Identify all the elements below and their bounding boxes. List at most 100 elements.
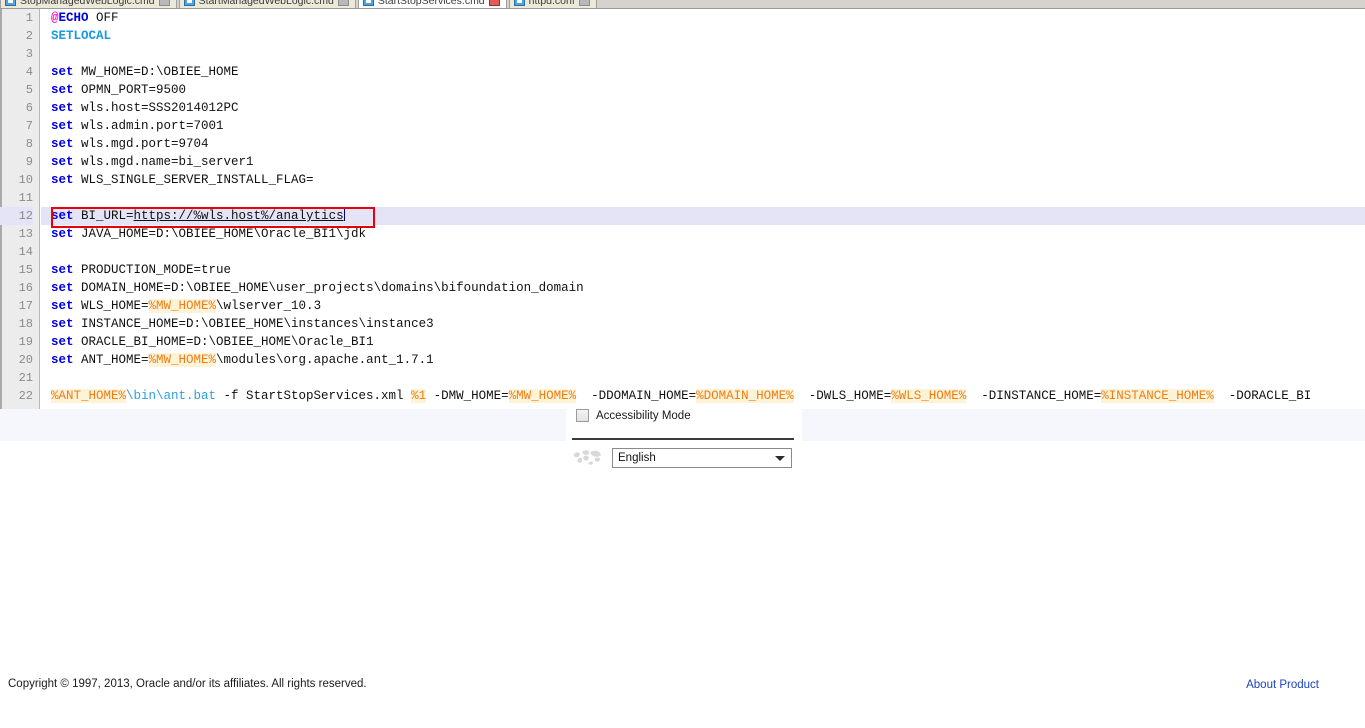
code-line[interactable]: 15 set PRODUCTION_MODE=true [19, 261, 1365, 279]
code-line-text: set DOMAIN_HOME=D:\OBIEE_HOME\user_proje… [41, 279, 584, 297]
code-token: %ANT_HOME% [51, 389, 127, 403]
code-line-text: set wls.mgd.port=9704 [41, 135, 209, 153]
code-token: set [51, 227, 74, 241]
code-token: PRODUCTION_MODE=true [73, 263, 232, 277]
code-line[interactable]: 18 set INSTANCE_HOME=D:\OBIEE_HOME\instan… [19, 315, 1365, 333]
line-number: 3 [25, 47, 33, 61]
code-line[interactable]: 12 set BI_URL=https://%wls.host%/analytic… [0, 207, 1365, 225]
file-icon [513, 0, 525, 6]
chevron-down-icon[interactable] [775, 456, 785, 461]
code-token: set [51, 119, 74, 133]
line-number: 1 [25, 11, 33, 25]
code-token: -DMW_HOME= [426, 389, 509, 403]
accessibility-language-panel: Accessibility Mode English [566, 406, 802, 481]
accessibility-checkbox[interactable] [576, 409, 589, 422]
code-token[interactable]: https://%wls.host%/analytics [134, 209, 344, 223]
code-token: OFF [88, 11, 119, 25]
code-line[interactable]: 2 SETLOCAL [26, 27, 1365, 45]
code-token: set [51, 299, 74, 313]
code-token: OPMN_PORT=9500 [73, 83, 187, 97]
code-line[interactable]: 10 set WLS_SINGLE_SERVER_INSTALL_FLAG= [19, 171, 1365, 189]
code-line-text: set INSTANCE_HOME=D:\OBIEE_HOME\instance… [41, 315, 434, 333]
code-line[interactable]: 11 [19, 189, 1365, 207]
code-line[interactable]: 9 set wls.mgd.name=bi_server1 [26, 153, 1365, 171]
code-token: set [51, 335, 74, 349]
code-line[interactable]: 22 %ANT_HOME%\bin\ant.bat -f StartStopSer… [19, 387, 1365, 405]
code-token: MW_HOME=D:\OBIEE_HOME [73, 65, 239, 79]
code-token: %INSTANCE_HOME% [1101, 389, 1214, 403]
editor-tab-label: httpd.conf [528, 0, 575, 7]
code-line-text: set wls.admin.port=7001 [41, 117, 224, 135]
code-line[interactable]: 21 [19, 369, 1365, 387]
panel-divider [572, 438, 794, 440]
editor-tab-3[interactable]: httpd.conf [508, 0, 597, 8]
code-token: WLS_SINGLE_SERVER_INSTALL_FLAG= [73, 173, 314, 187]
code-editor[interactable]: 1 @ECHO OFF 2 SETLOCAL 3 4 set MW_HOME=D:\OBIE… [0, 9, 1365, 409]
code-token: set [51, 209, 74, 223]
line-number: 22 [18, 389, 33, 403]
line-number: 8 [25, 137, 33, 151]
code-token: -DWLS_HOME= [793, 389, 892, 403]
code-token: SETLOCAL [51, 29, 112, 43]
line-number: 4 [25, 65, 33, 79]
code-line[interactable]: 3 [26, 45, 1365, 63]
line-number: 18 [18, 317, 33, 331]
line-number: 10 [18, 173, 33, 187]
line-number: 7 [25, 119, 33, 133]
code-token: set [51, 65, 74, 79]
code-line-text: set ORACLE_BI_HOME=D:\OBIEE_HOME\Oracle_… [41, 333, 374, 351]
code-line-text: set wls.host=SSS2014012PC [41, 99, 239, 117]
line-number: 14 [18, 245, 33, 259]
line-number: 21 [18, 371, 33, 385]
file-icon [5, 0, 16, 6]
code-line[interactable]: 13 set JAVA_HOME=D:\OBIEE_HOME\Oracle_BI1… [19, 225, 1365, 243]
line-number: 5 [25, 83, 33, 97]
code-line[interactable]: 1 @ECHO OFF [26, 9, 1365, 27]
code-line[interactable]: 7 set wls.admin.port=7001 [26, 117, 1365, 135]
line-number: 15 [18, 263, 33, 277]
editor-tab-0[interactable]: StopManagedWebLogic.cmd [0, 0, 177, 8]
editor-tab-2[interactable]: StartStopServices.cmd [357, 0, 507, 8]
code-line[interactable]: 14 [19, 243, 1365, 261]
code-token: wls.admin.port=7001 [73, 119, 224, 133]
globe-icon [572, 448, 604, 468]
editor-tab-1[interactable]: StartManagedWebLogic.cmd [178, 0, 356, 8]
file-icon [362, 0, 374, 6]
code-line[interactable]: 8 set wls.mgd.port=9704 [26, 135, 1365, 153]
code-token: ANT_HOME= [73, 353, 149, 367]
code-token: \modules\org.apache.ant_1.7.1 [216, 353, 434, 367]
accessibility-mode-label: Accessibility Mode [596, 409, 691, 422]
code-line[interactable]: 16 set DOMAIN_HOME=D:\OBIEE_HOME\user_pro… [19, 279, 1365, 297]
code-token: wls.mgd.name=bi_server1 [73, 155, 254, 169]
accessibility-mode-row[interactable]: Accessibility Mode [576, 409, 691, 422]
close-icon[interactable] [488, 0, 500, 6]
code-token: -DORACLE_BI [1213, 389, 1312, 403]
code-token [343, 208, 345, 221]
page-footer: Copyright © 1997, 2013, Oracle and/or it… [0, 668, 1365, 728]
about-product-link[interactable]: About Product [1246, 679, 1319, 691]
code-line[interactable]: 5 set OPMN_PORT=9500 [26, 81, 1365, 99]
close-icon[interactable] [578, 0, 590, 6]
code-token: %1 [411, 389, 427, 403]
code-area[interactable]: 1 @ECHO OFF 2 SETLOCAL 3 4 set MW_HOME=D:\OBIE… [0, 9, 1365, 409]
code-token: set [51, 137, 74, 151]
code-line-text: set BI_URL=https://%wls.host%/analytics [41, 207, 345, 225]
line-number: 13 [18, 227, 33, 241]
code-token: set [51, 83, 74, 97]
code-token: BI_URL= [73, 209, 134, 223]
code-token: set [51, 263, 74, 277]
code-line[interactable]: 20 set ANT_HOME=%MW_HOME%\modules\org.apa… [19, 351, 1365, 369]
code-line[interactable]: 17 set WLS_HOME=%MW_HOME%\wlserver_10.3 [19, 297, 1365, 315]
code-token: set [51, 173, 74, 187]
code-line-text: @ECHO OFF [41, 9, 119, 27]
code-line[interactable]: 4 set MW_HOME=D:\OBIEE_HOME [26, 63, 1365, 81]
code-line[interactable]: 19 set ORACLE_BI_HOME=D:\OBIEE_HOME\Oracl… [19, 333, 1365, 351]
code-line[interactable]: 6 set wls.host=SSS2014012PC [26, 99, 1365, 117]
copyright-text: Copyright © 1997, 2013, Oracle and/or it… [8, 678, 367, 690]
language-row[interactable]: English [572, 448, 792, 468]
close-icon[interactable] [337, 0, 349, 6]
code-line-text: SETLOCAL [41, 27, 111, 45]
code-token: set [51, 317, 74, 331]
language-select[interactable]: English [612, 448, 792, 468]
close-icon[interactable] [158, 0, 170, 6]
